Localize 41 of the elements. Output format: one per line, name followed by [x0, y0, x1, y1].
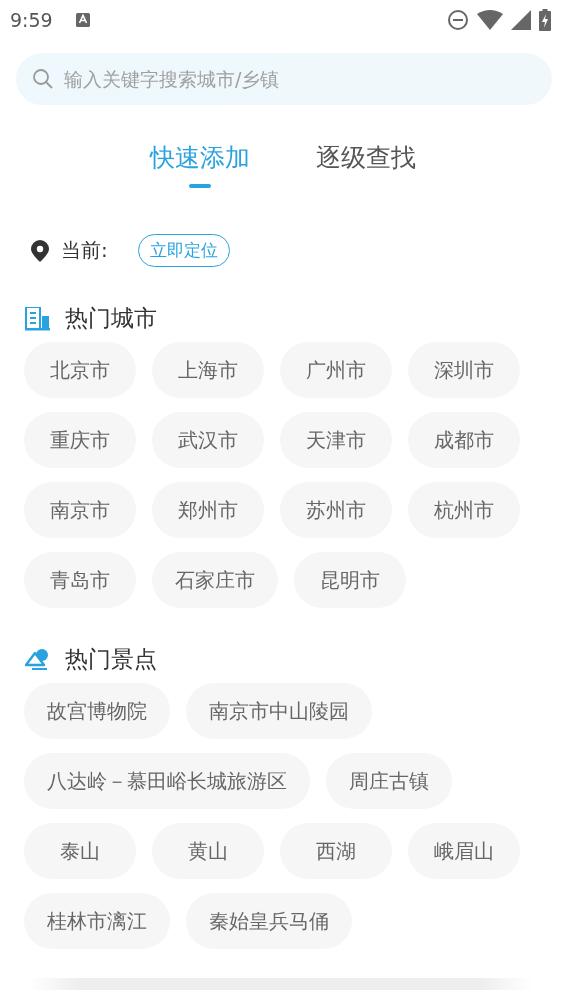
location-pin-icon: [31, 239, 49, 262]
building-icon: [25, 306, 51, 331]
city-chip[interactable]: 广州市: [280, 342, 392, 398]
section-title: 热门城市: [65, 304, 157, 333]
tab[interactable]: 逐级查找: [315, 135, 416, 188]
mountain-sun-icon: [25, 647, 51, 672]
do-not-disturb-icon: [447, 9, 469, 31]
current-location-label: 当前:: [61, 237, 108, 264]
scenic-spot-chip[interactable]: 桂林市漓江: [24, 893, 170, 949]
city-chip[interactable]: 北京市: [24, 342, 136, 398]
city-chip[interactable]: 成都市: [408, 412, 520, 468]
search-field[interactable]: 输入关键字搜索城市/乡镇: [16, 53, 552, 105]
city-chip[interactable]: 上海市: [152, 342, 264, 398]
scenic-spot-chip[interactable]: 秦始皇兵马俑: [186, 893, 352, 949]
scenic-spot-chip[interactable]: 峨眉山: [408, 823, 520, 879]
city-chip[interactable]: 苏州市: [280, 482, 392, 538]
city-chip[interactable]: 天津市: [280, 412, 392, 468]
city-chip[interactable]: 郑州市: [152, 482, 264, 538]
scenic-spot-chip[interactable]: 黄山: [152, 823, 264, 879]
city-chip[interactable]: 深圳市: [408, 342, 520, 398]
scenic-spot-chip[interactable]: 故宫博物院: [24, 683, 170, 739]
city-chip[interactable]: 杭州市: [408, 482, 520, 538]
locate-now-button[interactable]: 立即定位: [137, 234, 230, 267]
city-chip[interactable]: 石家庄市: [152, 552, 278, 608]
city-chip[interactable]: 重庆市: [24, 412, 136, 468]
keyboard-notification-icon: [74, 12, 91, 28]
scenic-spot-chip[interactable]: 周庄古镇: [326, 753, 452, 809]
scenic-spot-chip[interactable]: 西湖: [280, 823, 392, 879]
scenic-spot-chip[interactable]: 泰山: [24, 823, 136, 879]
status-time: 9:59: [10, 9, 53, 31]
tab[interactable]: 快速添加: [149, 135, 250, 188]
city-chip[interactable]: 武汉市: [152, 412, 264, 468]
city-chip[interactable]: 昆明市: [294, 552, 406, 608]
scenic-spot-chip[interactable]: 南京市中山陵园: [186, 683, 372, 739]
section-title: 热门景点: [65, 645, 157, 674]
city-chip[interactable]: 南京市: [24, 482, 136, 538]
battery-icon: [539, 9, 551, 31]
signal-icon: [511, 10, 531, 30]
wifi-icon: [477, 10, 503, 30]
scenic-spot-chip[interactable]: 八达岭－慕田峪长城旅游区: [24, 753, 310, 809]
city-chip[interactable]: 青岛市: [24, 552, 136, 608]
